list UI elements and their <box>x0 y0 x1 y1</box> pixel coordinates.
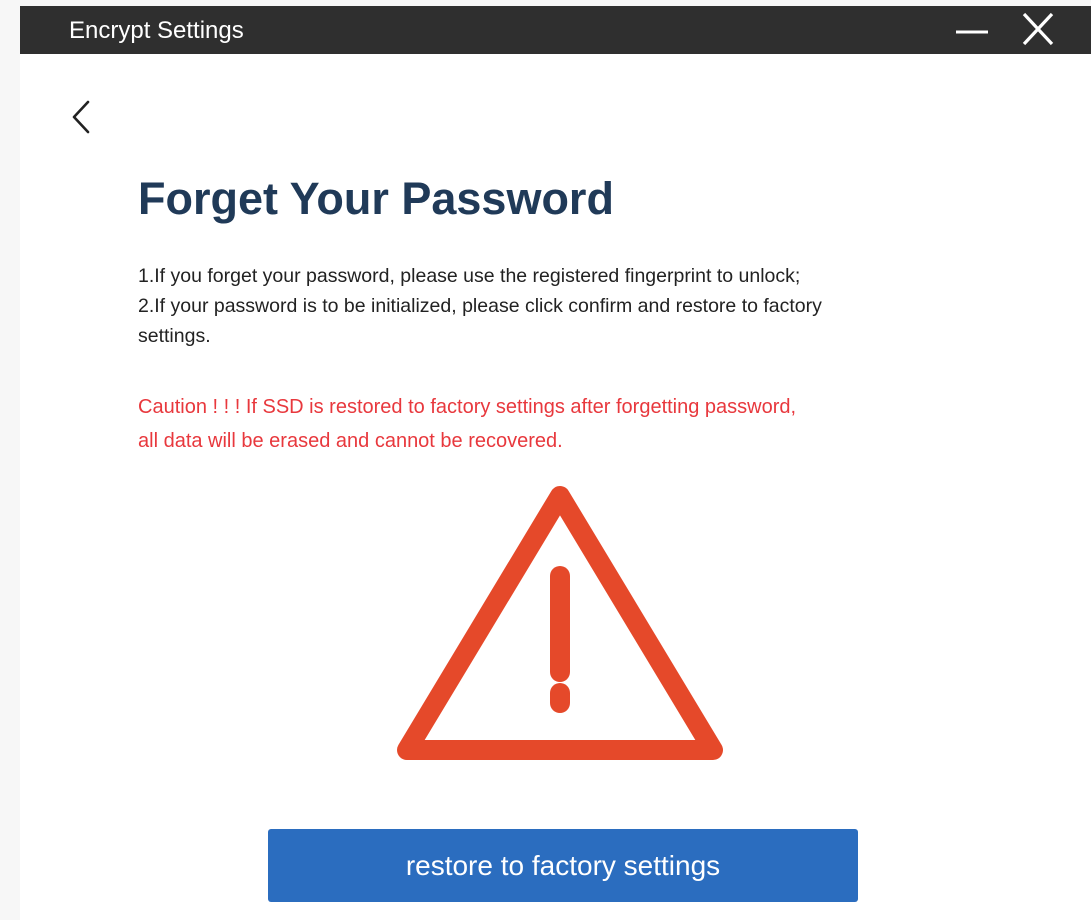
close-button[interactable] <box>1014 6 1062 54</box>
back-button[interactable] <box>64 98 100 138</box>
window-title: Encrypt Settings <box>69 17 244 44</box>
chevron-left-icon <box>72 100 90 134</box>
caution-line: all data will be erased and cannot be re… <box>138 430 563 452</box>
instruction-line: 2.If your password is to be initialized,… <box>138 295 822 317</box>
encrypt-settings-window: Encrypt Settings Forget Your Password 1.… <box>20 6 1091 920</box>
instructions-text: 1.If you forget your password, please us… <box>138 261 1018 351</box>
page-title: Forget Your Password <box>138 173 614 224</box>
minimize-button[interactable] <box>948 6 996 54</box>
restore-factory-settings-button[interactable]: restore to factory settings <box>268 829 858 902</box>
warning-triangle-icon <box>397 486 723 760</box>
caution-text: Caution ! ! ! If SSD is restored to fact… <box>138 390 1038 458</box>
title-bar: Encrypt Settings <box>20 6 1091 54</box>
instruction-line: settings. <box>138 325 211 347</box>
instruction-line: 1.If you forget your password, please us… <box>138 265 801 287</box>
minimize-icon <box>956 30 988 34</box>
close-icon <box>1022 12 1054 46</box>
caution-line: Caution ! ! ! If SSD is restored to fact… <box>138 396 797 418</box>
